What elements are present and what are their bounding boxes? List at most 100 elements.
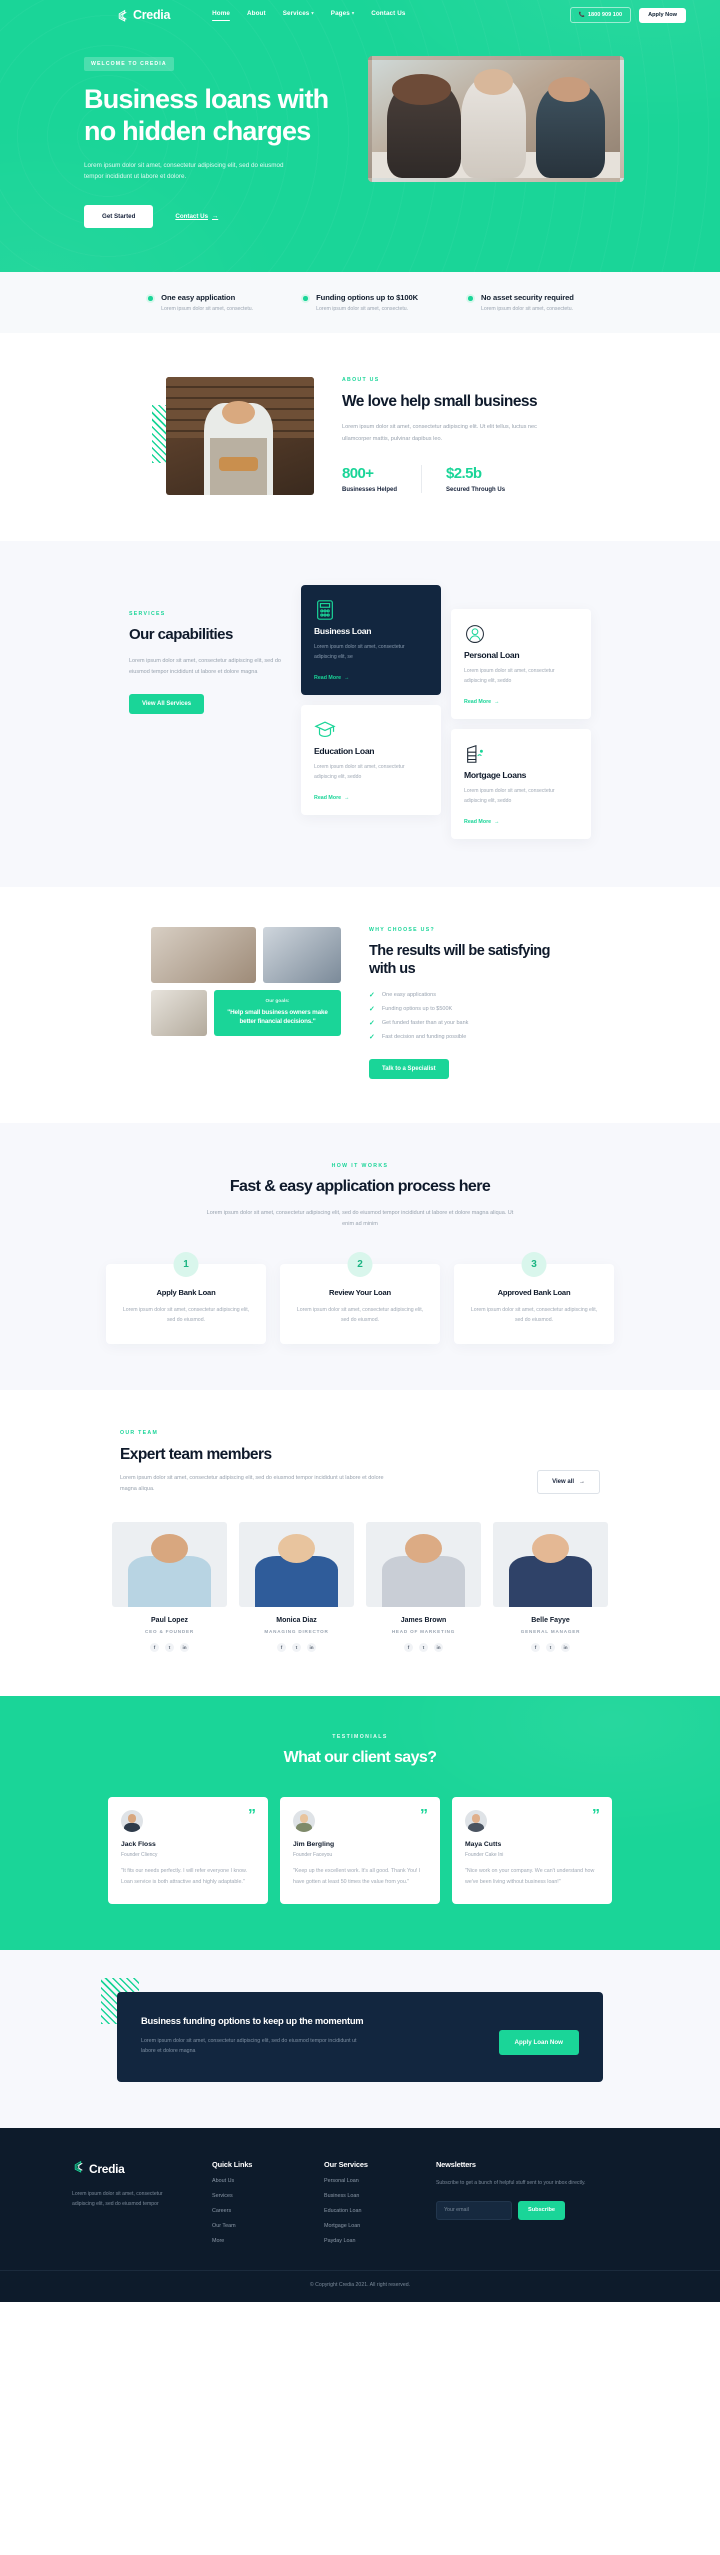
member-head bbox=[405, 1534, 442, 1564]
apply-now-button[interactable]: Apply Now bbox=[639, 7, 686, 23]
member-body bbox=[382, 1556, 465, 1608]
footer-link-payday-loan[interactable]: Payday Loan bbox=[324, 2238, 436, 2244]
testimonial-name: Maya Cutts bbox=[465, 1841, 502, 1849]
footer-desc: Lorem ipsum dolor sit amet, consectetur … bbox=[72, 2190, 163, 2207]
brand-logo[interactable]: Credia bbox=[116, 8, 170, 22]
about-title: We love help small business bbox=[342, 393, 538, 410]
services-section: SERVICES Our capabilities Lorem ipsum do… bbox=[0, 541, 720, 887]
services-column-left: Business Loan Lorem ipsum dolor sit amet… bbox=[301, 585, 441, 839]
nav-link-services[interactable]: Services ▾ bbox=[283, 10, 314, 20]
why-list-item: ✓ Funding options up to $500K bbox=[369, 1006, 569, 1013]
footer-link-about-us[interactable]: About Us bbox=[212, 2178, 324, 2184]
footer-link-personal-loan[interactable]: Personal Loan bbox=[324, 2178, 436, 2184]
linkedin-icon[interactable]: in bbox=[434, 1643, 443, 1653]
testimonial-name: Jim Bergling bbox=[293, 1841, 335, 1849]
why-text: WHY CHOOSE US? The results will be satis… bbox=[369, 927, 569, 1079]
twitter-icon[interactable]: t bbox=[419, 1643, 428, 1653]
quote-mark-icon: ” bbox=[248, 1807, 256, 1825]
team-desc: Lorem ipsum dolor sit amet, consectetur … bbox=[120, 1474, 384, 1492]
read-more-link[interactable]: Read More → bbox=[464, 819, 578, 825]
testimonial-text: "It fits our needs perfectly. I will ref… bbox=[121, 1868, 248, 1885]
about-eyebrow: ABOUT US bbox=[342, 377, 380, 383]
nav-label: Services bbox=[282, 10, 310, 17]
step-number: 2 bbox=[347, 1252, 373, 1278]
phone-button[interactable]: 📞 1800 909 100 bbox=[569, 7, 632, 23]
read-more-label: Read More bbox=[314, 674, 342, 681]
how-steps: 1 Apply Bank Loan Lorem ipsum dolor sit … bbox=[0, 1252, 720, 1344]
arrow-right-icon: → bbox=[344, 794, 350, 801]
check-circle-icon bbox=[466, 294, 476, 303]
service-card-business-loan[interactable]: Business Loan Lorem ipsum dolor sit amet… bbox=[301, 585, 441, 695]
about-image-wrap bbox=[152, 377, 314, 495]
step-card: 2 Review Your Loan Lorem ipsum dolor sit… bbox=[280, 1252, 440, 1344]
hero-welcome-badge: WELCOME TO CREDIA bbox=[84, 57, 174, 71]
site-footer: Credia Lorem ipsum dolor sit amet, conse… bbox=[0, 2127, 720, 2302]
linkedin-icon[interactable]: in bbox=[561, 1643, 570, 1653]
nav-label: Home bbox=[212, 10, 231, 17]
hero-contact-us-link[interactable]: Contact Us → bbox=[175, 213, 218, 220]
apply-loan-now-button[interactable]: Apply Loan Now bbox=[498, 2029, 579, 2055]
facebook-icon[interactable]: f bbox=[150, 1643, 159, 1653]
footer-link-business-loan[interactable]: Business Loan bbox=[324, 2193, 436, 2199]
footer-link-mortgage-loan[interactable]: Mortgage Loan bbox=[324, 2223, 436, 2229]
step-desc: Lorem ipsum dolor sit amet, consectetur … bbox=[122, 1307, 250, 1324]
feature-desc: Lorem ipsum dolor sit amet, consectetu. bbox=[316, 306, 409, 312]
footer-link-our-team[interactable]: Our Team bbox=[212, 2223, 324, 2229]
facebook-icon[interactable]: f bbox=[404, 1643, 413, 1653]
graduation-cap-icon bbox=[314, 721, 336, 745]
nav-label: Contact Us bbox=[371, 10, 406, 17]
about-stats: 800+ Businesses Helped $2.5b Secured Thr… bbox=[342, 464, 564, 493]
why-title: The results will be satisfying with us bbox=[369, 942, 550, 977]
twitter-icon[interactable]: t bbox=[292, 1643, 301, 1653]
get-started-button[interactable]: Get Started bbox=[84, 205, 154, 228]
why-eyebrow: WHY CHOOSE US? bbox=[369, 926, 435, 933]
testimonial-card-top: ” bbox=[293, 1807, 428, 1833]
hero-text-block: WELCOME TO CREDIA Business loans with no… bbox=[54, 52, 354, 228]
footer-heading: Our Services bbox=[324, 2159, 368, 2169]
feature-item: No asset security required Lorem ipsum d… bbox=[466, 293, 574, 312]
quote-mark-icon: ” bbox=[420, 1807, 428, 1825]
twitter-icon[interactable]: t bbox=[546, 1643, 555, 1653]
view-all-services-button[interactable]: View All Services bbox=[129, 693, 205, 714]
member-head bbox=[151, 1534, 188, 1564]
why-image-documents bbox=[151, 989, 207, 1036]
footer-link-education-loan[interactable]: Education Loan bbox=[324, 2208, 436, 2214]
nav-link-contact-us[interactable]: Contact Us bbox=[371, 10, 405, 20]
footer-logo[interactable]: Credia bbox=[72, 2160, 212, 2178]
goal-label: Our goals: bbox=[265, 999, 290, 1005]
service-card-personal-loan[interactable]: Personal Loan Lorem ipsum dolor sit amet… bbox=[451, 609, 591, 719]
brand-name: Credia bbox=[133, 8, 171, 22]
footer-heading: Newsletters bbox=[436, 2159, 476, 2169]
member-name: Monica Diaz bbox=[276, 1617, 317, 1625]
testimonial-card-top: ” bbox=[465, 1808, 600, 1833]
goal-quote-box: Our goals: "Help small business owners m… bbox=[214, 989, 341, 1036]
twitter-icon[interactable]: t bbox=[165, 1643, 174, 1653]
read-more-link[interactable]: Read More → bbox=[314, 795, 428, 801]
read-more-link[interactable]: Read More → bbox=[464, 699, 578, 705]
check-icon: ✓ bbox=[369, 1033, 375, 1041]
view-all-team-button[interactable]: View all → bbox=[537, 1470, 600, 1495]
footer-link-careers[interactable]: Careers bbox=[212, 2208, 324, 2214]
linkedin-icon[interactable]: in bbox=[180, 1643, 189, 1653]
newsletter-email-input[interactable] bbox=[436, 2200, 512, 2220]
testimonial-role: Founder Cliency bbox=[121, 1852, 158, 1859]
talk-to-specialist-button[interactable]: Talk to a Specialist bbox=[369, 1058, 449, 1079]
nav-link-pages[interactable]: Pages ▾ bbox=[331, 10, 354, 20]
service-card-education-loan[interactable]: Education Loan Lorem ipsum dolor sit ame… bbox=[301, 704, 441, 815]
service-card-desc: Lorem ipsum dolor sit amet, consectetur … bbox=[314, 644, 405, 660]
member-role: HEAD OF MARKETING bbox=[391, 1629, 456, 1635]
footer-link-services[interactable]: Services bbox=[212, 2193, 324, 2199]
copyright-text: © Copyright Credia 2021. All right reser… bbox=[309, 2281, 411, 2288]
read-more-link[interactable]: Read More → bbox=[314, 675, 428, 681]
step-number: 1 bbox=[173, 1252, 199, 1278]
nav-link-about[interactable]: About bbox=[247, 10, 266, 20]
service-card-mortgage-loans[interactable]: Mortgage Loans Lorem ipsum dolor sit ame… bbox=[451, 728, 591, 839]
footer-link-more[interactable]: More bbox=[212, 2238, 324, 2244]
nav-link-home[interactable]: Home bbox=[212, 10, 231, 21]
linkedin-icon[interactable]: in bbox=[307, 1643, 316, 1653]
subscribe-button[interactable]: Subscribe bbox=[518, 2200, 566, 2220]
team-header: OUR TEAM Expert team members Lorem ipsum… bbox=[0, 1430, 720, 1495]
facebook-icon[interactable]: f bbox=[277, 1643, 286, 1653]
about-image-bread bbox=[219, 457, 258, 472]
facebook-icon[interactable]: f bbox=[531, 1643, 540, 1653]
